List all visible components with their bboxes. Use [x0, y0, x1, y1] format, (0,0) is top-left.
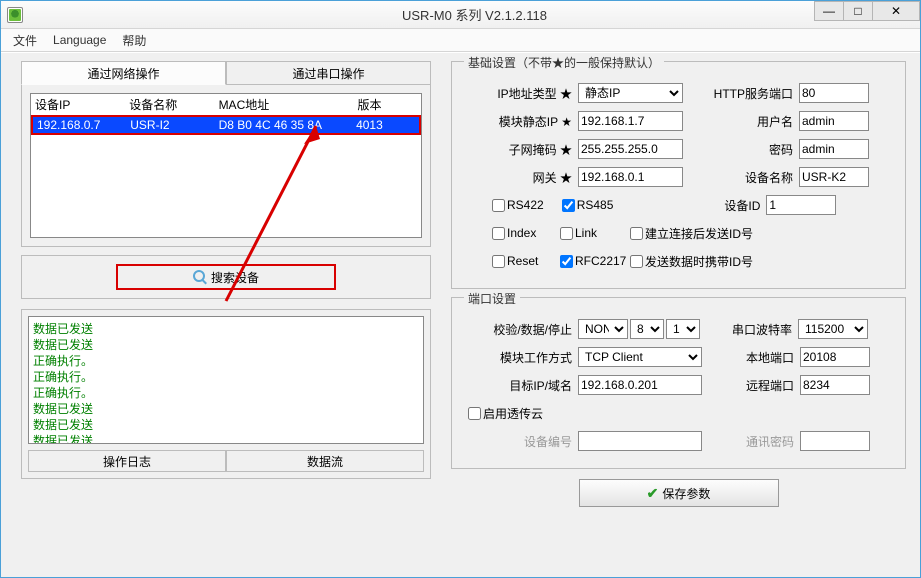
- maximize-button[interactable]: □: [843, 1, 873, 21]
- pwd-label: 密码: [683, 141, 793, 158]
- remoteport-label: 远程端口: [702, 377, 794, 394]
- ip-type-label: IP地址类型 ★: [462, 85, 572, 102]
- app-icon: [7, 7, 23, 23]
- network-tab-body: 设备IP 设备名称 MAC地址 版本 192.168.0.7 USR-I2 D8…: [21, 84, 431, 247]
- target-label: 目标IP/域名: [462, 377, 572, 394]
- port-legend: 端口设置: [464, 290, 520, 307]
- port-settings-group: 端口设置 校验/数据/停止 NONE 8 1 串口波特率 115200 模块工作…: [451, 297, 906, 469]
- localport-input[interactable]: [800, 347, 870, 367]
- rfc2217-checkbox[interactable]: RFC2217: [560, 254, 630, 268]
- minimize-button[interactable]: —: [814, 1, 844, 21]
- link-checkbox[interactable]: Link: [560, 226, 630, 240]
- log-line: 正确执行。: [33, 353, 419, 369]
- tab-network[interactable]: 通过网络操作: [21, 61, 226, 85]
- user-input[interactable]: [799, 111, 869, 131]
- sendid-data-checkbox[interactable]: 发送数据时携带ID号: [630, 253, 753, 270]
- rs485-checkbox[interactable]: RS485: [562, 198, 614, 212]
- stopbits-select[interactable]: 1: [666, 319, 700, 339]
- devname-label: 设备名称: [683, 169, 793, 186]
- log-line: 正确执行。: [33, 385, 419, 401]
- titlebar: USR-M0 系列 V2.1.2.118 — □ ✕: [1, 1, 920, 29]
- log-line: 数据已发送: [33, 433, 419, 444]
- log-line: 数据已发送: [33, 417, 419, 433]
- cloud-enable-checkbox[interactable]: 启用透传云: [468, 405, 543, 422]
- menu-language[interactable]: Language: [45, 33, 114, 47]
- log-tab-dataflow[interactable]: 数据流: [226, 450, 424, 472]
- static-ip-input[interactable]: [578, 111, 683, 131]
- search-panel: 搜索设备: [21, 255, 431, 299]
- menu-file[interactable]: 文件: [5, 32, 45, 49]
- device-row-selected[interactable]: 192.168.0.7 USR-I2 D8 B0 4C 46 35 8A 401…: [31, 115, 421, 135]
- remoteport-input[interactable]: [800, 375, 870, 395]
- mode-label: 模块工作方式: [462, 349, 572, 366]
- localport-label: 本地端口: [702, 349, 794, 366]
- device-table: 设备IP 设备名称 MAC地址 版本 192.168.0.7 USR-I2 D8…: [30, 93, 422, 238]
- rs422-checkbox[interactable]: RS422: [492, 198, 544, 212]
- user-label: 用户名: [683, 113, 793, 130]
- log-line: 数据已发送: [33, 401, 419, 417]
- menu-help[interactable]: 帮助: [114, 32, 154, 49]
- log-line: 正确执行。: [33, 369, 419, 385]
- devid-label: 设备ID: [613, 197, 760, 214]
- cloud-devid-label: 设备编号: [462, 433, 572, 450]
- http-port-label: HTTP服务端口: [683, 85, 793, 102]
- databits-select[interactable]: 8: [630, 319, 664, 339]
- content-area: 通过网络操作 通过串口操作 设备IP 设备名称 MAC地址 版本 192.168…: [1, 53, 920, 577]
- subnet-label: 子网掩码 ★: [462, 141, 572, 158]
- cloud-pwd-input: [800, 431, 870, 451]
- window-title: USR-M0 系列 V2.1.2.118: [29, 5, 920, 24]
- col-mac: MAC地址: [219, 96, 358, 113]
- log-output: 数据已发送 数据已发送 正确执行。 正确执行。 正确执行。 数据已发送 数据已发…: [28, 316, 424, 444]
- search-device-button[interactable]: 搜索设备: [116, 264, 336, 290]
- reset-checkbox[interactable]: Reset: [492, 254, 560, 268]
- tab-serial[interactable]: 通过串口操作: [226, 61, 431, 85]
- log-tab-oplog[interactable]: 操作日志: [28, 450, 226, 472]
- http-port-input[interactable]: [799, 83, 869, 103]
- log-line: 数据已发送: [33, 321, 419, 337]
- app-window: USR-M0 系列 V2.1.2.118 — □ ✕ 文件 Language 帮…: [0, 0, 921, 578]
- subnet-input[interactable]: [578, 139, 683, 159]
- index-checkbox[interactable]: Index: [492, 226, 560, 240]
- basic-legend: 基础设置（不带★的一般保持默认）: [464, 54, 664, 71]
- pwd-input[interactable]: [799, 139, 869, 159]
- target-input[interactable]: [578, 375, 702, 395]
- devname-input[interactable]: [799, 167, 869, 187]
- mode-select[interactable]: TCP Client: [578, 347, 702, 367]
- basic-settings-group: 基础设置（不带★的一般保持默认） IP地址类型 ★ 静态IP HTTP服务端口 …: [451, 61, 906, 289]
- devid-input[interactable]: [766, 195, 836, 215]
- ip-type-select[interactable]: 静态IP: [578, 83, 683, 103]
- col-ver: 版本: [357, 96, 417, 113]
- cloud-devid-input: [578, 431, 702, 451]
- log-panel: 数据已发送 数据已发送 正确执行。 正确执行。 正确执行。 数据已发送 数据已发…: [21, 309, 431, 479]
- baud-select[interactable]: 115200: [798, 319, 868, 339]
- log-line: 数据已发送: [33, 337, 419, 353]
- device-table-header: 设备IP 设备名称 MAC地址 版本: [31, 94, 421, 115]
- save-params-button[interactable]: ✔ 保存参数: [579, 479, 779, 507]
- gateway-input[interactable]: [578, 167, 683, 187]
- static-ip-label: 模块静态IP ★: [462, 113, 572, 130]
- search-icon: [193, 270, 207, 284]
- baud-label: 串口波特率: [700, 321, 792, 338]
- col-ip: 设备IP: [35, 96, 129, 113]
- check-icon: ✔: [647, 485, 659, 502]
- parity-label: 校验/数据/停止: [462, 321, 572, 338]
- close-button[interactable]: ✕: [872, 1, 920, 21]
- gateway-label: 网关 ★: [462, 169, 572, 186]
- menubar: 文件 Language 帮助: [1, 29, 920, 52]
- parity-select[interactable]: NONE: [578, 319, 628, 339]
- sendid-conn-checkbox[interactable]: 建立连接后发送ID号: [630, 225, 753, 242]
- col-name: 设备名称: [129, 96, 218, 113]
- cloud-pwd-label: 通讯密码: [702, 433, 794, 450]
